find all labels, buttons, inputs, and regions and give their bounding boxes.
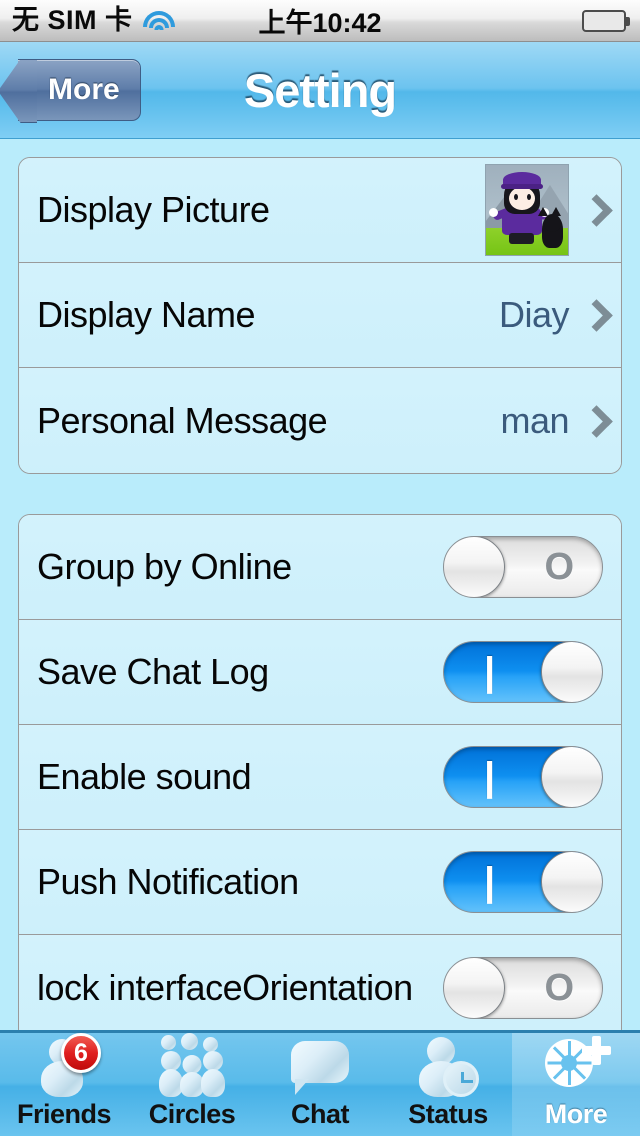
status-bar-right xyxy=(582,9,640,32)
status-bar-left: 无 SIM 卡 xyxy=(0,7,176,34)
tab-circles[interactable]: Circles xyxy=(128,1033,256,1136)
switch-knob[interactable] xyxy=(541,747,602,807)
chevron-right-icon xyxy=(583,299,603,331)
person-clock-icon xyxy=(413,1035,483,1097)
wheel-plus-icon xyxy=(541,1035,611,1097)
person-icon: 6 xyxy=(29,1033,101,1097)
settings-list: Display Picture Display Name Diay Person… xyxy=(0,139,640,1136)
row-label: Save Chat Log xyxy=(37,651,269,692)
row-label: lock interfaceOrientation xyxy=(37,966,413,1008)
tab-status[interactable]: Status xyxy=(384,1033,512,1136)
row-group-by-online[interactable]: Group by Online O xyxy=(19,515,621,620)
row-display-name[interactable]: Display Name Diay xyxy=(19,263,621,368)
row-accessory: man xyxy=(500,400,603,442)
switch-group-by-online[interactable]: O xyxy=(443,536,603,598)
wifi-icon xyxy=(142,8,176,34)
tab-friends[interactable]: 6 Friends xyxy=(0,1033,128,1136)
tab-label: Friends xyxy=(16,1099,112,1129)
switch-enable-sound[interactable]: | xyxy=(443,746,603,808)
switch-lock-interface-orientation[interactable]: O xyxy=(443,956,603,1019)
status-bar: 无 SIM 卡 上午10:42 xyxy=(0,0,640,42)
carrier-label: 无 SIM 卡 xyxy=(12,5,133,35)
clock-label: 上午10:42 xyxy=(258,8,382,38)
navigation-bar: More Setting xyxy=(0,42,640,139)
group-people-icon xyxy=(157,1033,227,1097)
row-accessory: O xyxy=(443,956,603,1019)
switch-mark: O xyxy=(544,966,574,1009)
tab-more[interactable]: More xyxy=(512,1033,640,1136)
settings-group-preferences: Group by Online O Save Chat Log | Enable… xyxy=(18,514,622,1041)
tab-chat[interactable]: Chat xyxy=(256,1033,384,1136)
app-screen: 无 SIM 卡 上午10:42 More Setting Display Pic… xyxy=(0,0,640,1136)
row-value: Diay xyxy=(498,294,570,335)
switch-save-chat-log[interactable]: | xyxy=(443,641,603,703)
switch-mark: | xyxy=(484,650,496,694)
row-display-picture[interactable]: Display Picture xyxy=(19,158,621,263)
row-accessory: | xyxy=(443,746,603,808)
tab-bar: 6 Friends Circles Chat Status More xyxy=(0,1030,640,1136)
row-accessory: O xyxy=(443,536,603,598)
row-accessory: Diay xyxy=(499,294,603,336)
row-label: Enable sound xyxy=(37,756,252,797)
switch-knob[interactable] xyxy=(444,537,505,597)
tab-label: Circles xyxy=(148,1099,236,1129)
tab-label: Chat xyxy=(291,1099,350,1129)
switch-mark: | xyxy=(484,860,496,904)
chevron-right-icon xyxy=(583,194,603,226)
row-value: man xyxy=(500,399,569,441)
back-button[interactable]: More xyxy=(18,59,141,121)
row-personal-message[interactable]: Personal Message man xyxy=(19,368,621,473)
switch-push-notification[interactable]: | xyxy=(443,851,603,913)
row-accessory: | xyxy=(443,641,603,703)
row-label: Display Picture xyxy=(37,189,270,230)
tab-label: More xyxy=(544,1099,608,1129)
row-label: Display Name xyxy=(37,294,256,335)
row-label: Personal Message xyxy=(37,399,328,441)
switch-mark: | xyxy=(484,755,496,799)
row-accessory xyxy=(485,164,603,256)
row-push-notification[interactable]: Push Notification | xyxy=(19,830,621,935)
row-enable-sound[interactable]: Enable sound | xyxy=(19,725,621,830)
row-save-chat-log[interactable]: Save Chat Log | xyxy=(19,620,621,725)
switch-knob[interactable] xyxy=(541,852,602,912)
row-label: Group by Online xyxy=(37,546,292,587)
row-accessory: | xyxy=(443,851,603,913)
badge-count: 6 xyxy=(61,1033,101,1073)
switch-mark: O xyxy=(544,546,574,588)
avatar-thumbnail xyxy=(485,164,569,256)
settings-group-profile: Display Picture Display Name Diay Person… xyxy=(18,157,622,474)
speech-bubble-icon xyxy=(285,1035,355,1097)
switch-knob[interactable] xyxy=(444,957,505,1018)
row-label: Push Notification xyxy=(37,861,299,902)
switch-knob[interactable] xyxy=(541,642,602,702)
battery-icon xyxy=(582,9,630,32)
chevron-right-icon xyxy=(583,405,603,437)
tab-label: Status xyxy=(408,1099,488,1129)
row-lock-interface-orientation[interactable]: lock interfaceOrientation O xyxy=(19,935,621,1040)
